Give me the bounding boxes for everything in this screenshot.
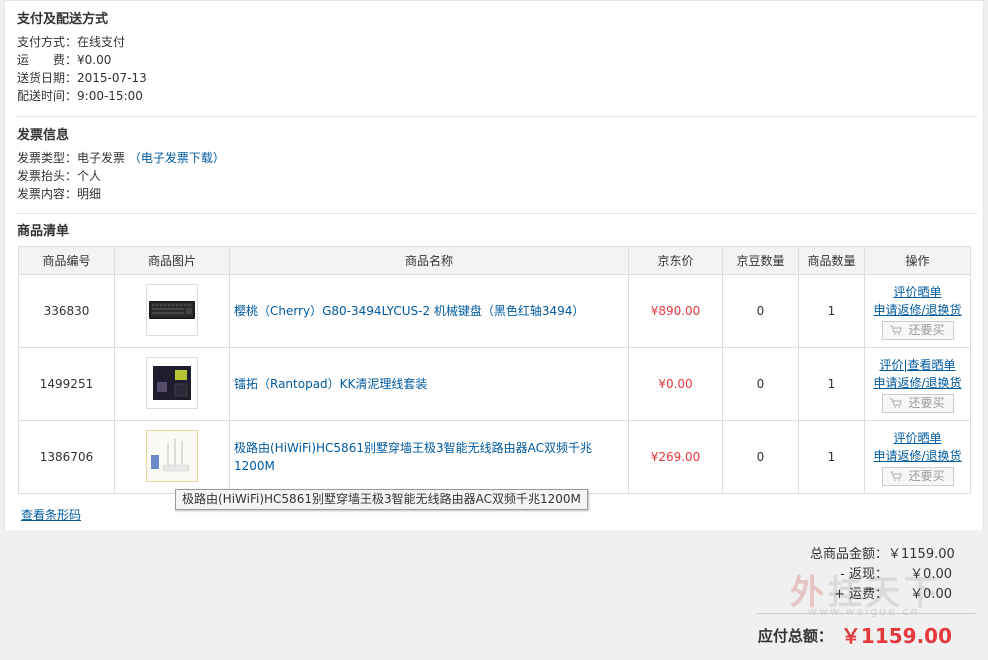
buy-again-label: 还要买 [908, 395, 945, 410]
product-image-cell [114, 274, 230, 348]
rebate-value: ￥0.00 [910, 567, 952, 582]
buy-again-button[interactable]: 还要买 [881, 320, 954, 340]
payable-value: ￥1159.00 [840, 624, 952, 648]
col-header-image: 商品图片 [114, 246, 230, 275]
product-name-tooltip: 极路由(HiWiFi)HC5861别墅穿墙王极3智能无线路由器AC双频千兆120… [175, 489, 588, 510]
col-header-price: 京东价 [628, 246, 723, 275]
product-name[interactable]: 樱桃（Cherry）G80-3494LYCUS-2 机械键盘（黑色红轴3494） [234, 304, 584, 318]
goods-total-label: 总商品金额： [809, 547, 888, 562]
product-id: 1386706 [18, 420, 115, 494]
section-divider [15, 116, 977, 117]
cart-icon [890, 397, 903, 408]
product-price: ¥890.00 [628, 274, 723, 348]
product-image-cell [114, 420, 230, 494]
payable-label: 应付总额： [757, 627, 833, 645]
payment-shipping-section: 支付及配送方式 支付方式：在线支付 运 费：¥0.00 送货日期：2015-07… [17, 11, 975, 105]
product-beans: 0 [722, 347, 799, 421]
product-price: ¥0.00 [628, 347, 723, 421]
cart-icon [890, 324, 903, 335]
payment-method-label: 支付方式： [17, 35, 78, 49]
review-link[interactable]: 评价晒单 [865, 429, 970, 447]
table-row: 1386706 极路由(HiWiFi)HC5861别墅穿墙王极3智能无线路由器A… [18, 420, 971, 494]
freight-label: 运 费： [17, 53, 78, 67]
cart-icon [890, 470, 903, 481]
product-image-cell [114, 347, 230, 421]
keyboard-thumbnail[interactable] [146, 284, 198, 336]
product-price: ¥269.00 [628, 420, 723, 494]
col-header-beans: 京豆数量 [722, 246, 799, 275]
product-ops: 评价晒单 申请返修/退换货 还要买 [864, 274, 971, 348]
invoice-content-label: 发票内容： [17, 187, 78, 201]
product-name[interactable]: 镭拓（Rantopad）KK清泥理线套装 [234, 377, 427, 391]
invoice-section: 发票信息 发票类型：电子发票 （电子发票下载） 发票抬头：个人 发票内容：明细 [17, 127, 975, 203]
col-header-name: 商品名称 [229, 246, 629, 275]
delivery-date-label: 送货日期： [17, 71, 78, 85]
product-name-link[interactable]: 樱桃（Cherry）G80-3494LYCUS-2 机械键盘（黑色红轴3494） [229, 274, 629, 348]
buy-again-button[interactable]: 还要买 [881, 393, 954, 413]
router-image [147, 431, 197, 481]
product-name[interactable]: 极路由(HiWiFi)HC5861别墅穿墙王极3智能无线路由器AC双频千兆120… [234, 441, 592, 473]
delivery-date-value: 2015-07-13 [77, 71, 147, 85]
table-row: 336830 樱桃（Cherry）G80-3494LYCUS-2 机械键盘（黑色… [18, 274, 971, 348]
rebate-label: - 返现： [840, 567, 888, 582]
section-divider [15, 213, 977, 214]
goods-table: 商品编号 商品图片 商品名称 京东价 京豆数量 商品数量 操作 336830 樱… [18, 246, 971, 494]
payment-method-value: 在线支付 [77, 35, 126, 49]
product-name-link[interactable]: 极路由(HiWiFi)HC5861别墅穿墙王极3智能无线路由器AC双频千兆120… [229, 420, 629, 494]
return-request-link[interactable]: 申请返修/退换货 [865, 301, 970, 319]
product-beans: 0 [722, 420, 799, 494]
cable-kit-image [153, 366, 191, 400]
buy-again-button[interactable]: 还要买 [881, 466, 954, 486]
product-beans: 0 [722, 274, 799, 348]
buy-again-label: 还要买 [908, 468, 945, 483]
goods-table-header: 商品编号 商品图片 商品名称 京东价 京豆数量 商品数量 操作 [18, 246, 971, 275]
view-barcode-link[interactable]: 查看条形码 [21, 506, 81, 523]
freight-value: ¥0.00 [77, 53, 112, 67]
col-header-id: 商品编号 [18, 246, 115, 275]
router-thumbnail[interactable] [146, 430, 198, 482]
summary-freight-label: + 运费： [833, 587, 888, 602]
invoice-type-value: 电子发票 [77, 151, 126, 165]
payment-section-title: 支付及配送方式 [17, 12, 109, 27]
return-request-link[interactable]: 申请返修/退换货 [865, 374, 970, 392]
payable-total: 应付总额： ￥1159.00 [758, 620, 952, 649]
table-row: 1499251 镭拓（Rantopad）KK清泥理线套装 ¥0.00 0 1 评… [18, 347, 971, 421]
product-ops: 评价|查看晒单 申请返修/退换货 还要买 [864, 347, 971, 421]
product-ops: 评价晒单 申请返修/退换货 还要买 [864, 420, 971, 494]
invoice-content-value: 明细 [77, 187, 102, 201]
invoice-download-link[interactable]: （电子发票下载） [129, 151, 225, 165]
product-qty: 1 [798, 347, 865, 421]
product-qty: 1 [798, 274, 865, 348]
col-header-ops: 操作 [864, 246, 971, 275]
order-summary: 总商品金额：￥1159.00 - 返现： ￥0.00 + 运费： ￥0.00 [809, 545, 955, 605]
review-view-link[interactable]: 评价|查看晒单 [865, 356, 970, 374]
return-request-link[interactable]: 申请返修/退换货 [865, 447, 970, 465]
invoice-type-label: 发票类型： [17, 151, 78, 165]
order-detail-panel: 支付及配送方式 支付方式：在线支付 运 费：¥0.00 送货日期：2015-07… [4, 0, 984, 530]
goods-section-title: 商品清单 [17, 224, 70, 239]
delivery-time-label: 配送时间： [17, 89, 78, 103]
watermark-url: www.waigue.cn [808, 605, 920, 618]
invoice-header-label: 发票抬头： [17, 169, 78, 183]
goods-section-header: 商品清单 [17, 223, 975, 241]
invoice-header-value: 个人 [77, 169, 102, 183]
product-id: 1499251 [18, 347, 115, 421]
product-qty: 1 [798, 420, 865, 494]
summary-freight-value: ￥0.00 [910, 587, 952, 602]
col-header-qty: 商品数量 [798, 246, 865, 275]
product-name-link[interactable]: 镭拓（Rantopad）KK清泥理线套装 [229, 347, 629, 421]
buy-again-label: 还要买 [908, 322, 945, 337]
summary-divider [757, 613, 975, 614]
delivery-time-value: 9:00-15:00 [77, 89, 143, 103]
invoice-section-title: 发票信息 [17, 128, 70, 143]
goods-total-value: ￥1159.00 [888, 547, 955, 562]
product-id: 336830 [18, 274, 115, 348]
keyboard-image [149, 301, 195, 319]
review-link[interactable]: 评价晒单 [865, 283, 970, 301]
cable-kit-thumbnail[interactable] [146, 357, 198, 409]
